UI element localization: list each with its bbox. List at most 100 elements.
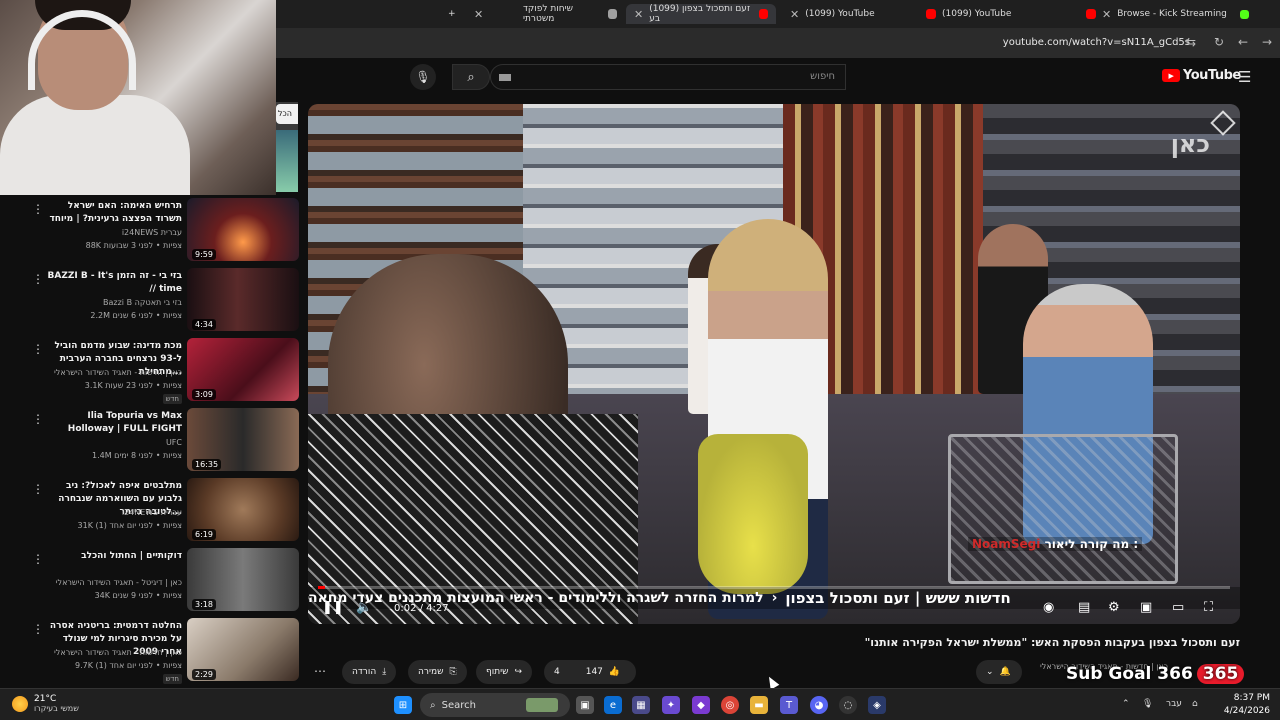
download-label: הורדה (352, 667, 377, 677)
pause-icon[interactable]: ❚❚ (322, 600, 344, 615)
settings-icon[interactable]: ⚙ (1108, 600, 1120, 615)
discord-icon[interactable]: ◕ (810, 696, 828, 714)
rec-item[interactable]: ⋮ 9:59 תרחיש האימה: האם ישראל תשרוד הפצצ… (0, 196, 300, 262)
duration-badge: 6:19 (192, 529, 216, 540)
keyboard-icon[interactable] (499, 74, 511, 81)
rec-channel[interactable]: Bazzi B בזי בי תאטקה (103, 298, 182, 307)
rec-meta: 3.1K צפיות • לפני 23 שעות (84, 381, 182, 390)
rec-title[interactable]: תרחיש האימה: האם ישראל תשרוד הפצצה גרעינ… (42, 200, 182, 226)
rec-channel[interactable]: כאן | חדשות - תאגיד השידור הישראלי (54, 368, 182, 377)
progress-bar[interactable] (318, 586, 1230, 589)
video-caption: NoamSegi מה קורה ליאור : (968, 537, 1143, 551)
close-icon[interactable]: ✕ (634, 8, 643, 21)
tab-youtube-1[interactable]: ✕ (1099) YouTube (782, 4, 917, 24)
tray-expand-icon[interactable]: ⌃ (1122, 699, 1130, 709)
rec-channel[interactable]: UFC (166, 438, 182, 447)
rec-meta: 9.7K צפיות • לפני יום אחד (1) (74, 661, 182, 670)
download-button[interactable]: הורדה ⤓ (342, 660, 397, 684)
caption-text: מה קורה ליאור : (1044, 537, 1139, 551)
tab-close-icon[interactable]: ✕ (466, 4, 491, 24)
caption-name: NoamSegi (972, 537, 1041, 551)
rec-item[interactable]: ⋮ 4:34 BAZZI B - It's בזי בי - זה הזמן /… (0, 266, 300, 332)
rec-meta: 1.4M צפיות • לפני 8 ימים (92, 451, 182, 460)
store-icon[interactable]: ▦ (632, 696, 650, 714)
like-icon[interactable]: 👍 (609, 667, 620, 677)
rec-item[interactable]: ⋮ 16:35 Ilia Topuria vs Max Holloway | F… (0, 406, 300, 472)
tab-label: (1099) YouTube (805, 9, 875, 19)
mic-tray-icon[interactable]: 🎙 (1142, 699, 1153, 709)
taskbar-search[interactable]: ⌕ Search (420, 693, 570, 717)
duration-badge: 3:09 (192, 389, 216, 400)
reload-icon[interactable]: ↻ (1214, 35, 1224, 49)
teams-icon[interactable]: T (780, 696, 798, 714)
chip-all[interactable]: הכל (276, 104, 298, 124)
tab-youtube-2[interactable]: (1099) YouTube (918, 4, 1078, 24)
share-button[interactable]: שיתוף ↪ (476, 660, 533, 684)
search-label: Search (441, 699, 476, 711)
rec-title[interactable]: BAZZI B - It's בזי בי - זה הזמן // time (42, 270, 182, 296)
windows-start-icon[interactable]: ⊞ (394, 696, 412, 714)
chevron-down-icon: ⌄ (986, 667, 994, 677)
rec-item[interactable]: ⋮ 3:09 מכת מדינה: שבוע מדמם הוביל ל-93 נ… (0, 336, 300, 404)
youtube-favicon-icon (926, 9, 936, 19)
like-dislike-group: 4 147 👍 (544, 660, 636, 684)
tab-active-video[interactable]: ✕ (1099) זעם ותסכול בצפון בע (626, 4, 776, 24)
search-input[interactable]: חיפוש (490, 64, 846, 90)
tab-kick[interactable]: ✕ Browse - Kick Streaming (1078, 4, 1248, 24)
rec-channel[interactable]: i24NEWS עברית (122, 228, 182, 237)
forward-icon[interactable]: → (1262, 35, 1272, 49)
subscribe-bell-button[interactable]: ⌄ 🔔 (976, 660, 1022, 684)
back-icon[interactable]: ← (1238, 35, 1248, 49)
app2-icon[interactable]: ◈ (868, 696, 886, 714)
save-label: שמירה (418, 667, 444, 677)
save-button[interactable]: שמירה ⎘ (408, 660, 467, 684)
file-explorer-icon[interactable]: ▬ (750, 696, 768, 714)
weather-widget[interactable]: 21°C שמשי בעיקרו (12, 694, 79, 713)
webcam-person-shirt (0, 95, 190, 195)
language-indicator[interactable]: עבר (1166, 699, 1182, 709)
close-icon[interactable]: ✕ (790, 8, 799, 21)
rec-title[interactable]: דוקותיים | החתול והכלב (42, 550, 182, 563)
voice-search-icon[interactable]: 🎙 (410, 64, 436, 90)
autoplay-toggle-icon[interactable]: ◉ (1043, 600, 1054, 615)
subtitles-icon[interactable]: ▤ (1078, 600, 1090, 615)
dislike-count[interactable]: 4 (554, 667, 560, 677)
miniplayer-icon[interactable]: ▣ (1140, 600, 1152, 615)
copilot-icon[interactable]: ✦ (662, 696, 680, 714)
webcam-overlay (0, 0, 276, 195)
search-button[interactable]: ⌕ (452, 64, 490, 90)
volume-icon[interactable]: 🔈 (356, 600, 372, 615)
rec-item[interactable]: ⋮ 2:29 החלטה דרמטית: בריטניה אסרה על מכי… (0, 616, 300, 684)
theater-mode-icon[interactable]: ▭ (1172, 600, 1184, 615)
fullscreen-icon[interactable]: ⛶ (1204, 600, 1213, 615)
weather-text: שמשי בעיקרו (34, 704, 79, 713)
rec-item[interactable]: ⋮ 6:19 מתלבטים איפה לאכול?: ניב גלבוע עם… (0, 476, 300, 542)
rec-title[interactable]: Ilia Topuria vs Max Holloway | FULL FIGH… (42, 410, 182, 436)
share-label: שיתוף (486, 667, 509, 677)
more-actions-icon[interactable]: ⋯ (314, 664, 326, 678)
edge-icon[interactable]: e (604, 696, 622, 714)
video-player[interactable]: כאן NoamSegi מה קורה ליאור : חדשות ששש |… (308, 104, 1240, 624)
save-icon: ⎘ (449, 667, 457, 677)
rec-channel[interactable]: כאן | חדשות - תאגיד השידור הישראלי (54, 648, 182, 657)
rec-channel[interactable]: כאן | דיגיטל - תאגיד השידור הישראלי (56, 578, 182, 587)
url-field[interactable]: youtube.com/watch?v=sN11A_gCd5s (1003, 37, 1190, 48)
app-icon[interactable]: ◌ (839, 696, 857, 714)
hamburger-menu-icon[interactable]: ☰ (1238, 68, 1251, 86)
site-settings-icon[interactable]: ⇆ (1186, 35, 1196, 49)
subgoal-target: 365 (1196, 664, 1245, 684)
like-count[interactable]: 147 (586, 667, 603, 677)
task-view-icon[interactable]: ▣ (576, 696, 594, 714)
new-tab-button[interactable]: + (440, 4, 464, 24)
clock[interactable]: 8:37 PM 4/24/2026 (1200, 692, 1270, 718)
chrome-icon[interactable]: ◎ (721, 696, 739, 714)
rec-channel[interactable]: i24NEWS עברית (122, 508, 182, 517)
rec-item[interactable]: ⋮ 3:18 דוקותיים | החתול והכלב כאן | דיגי… (0, 546, 300, 612)
network-icon[interactable]: ⌂ (1192, 699, 1198, 709)
m365-icon[interactable]: ◆ (692, 696, 710, 714)
tab-police[interactable]: שיחות לפוקד משטרתי (515, 4, 625, 24)
search-placeholder: חיפוש (810, 71, 835, 82)
youtube-logo[interactable]: ▶ YouTube (1162, 68, 1241, 83)
first-rec-thumbnail[interactable] (276, 130, 298, 192)
close-icon[interactable]: ✕ (1102, 8, 1111, 21)
